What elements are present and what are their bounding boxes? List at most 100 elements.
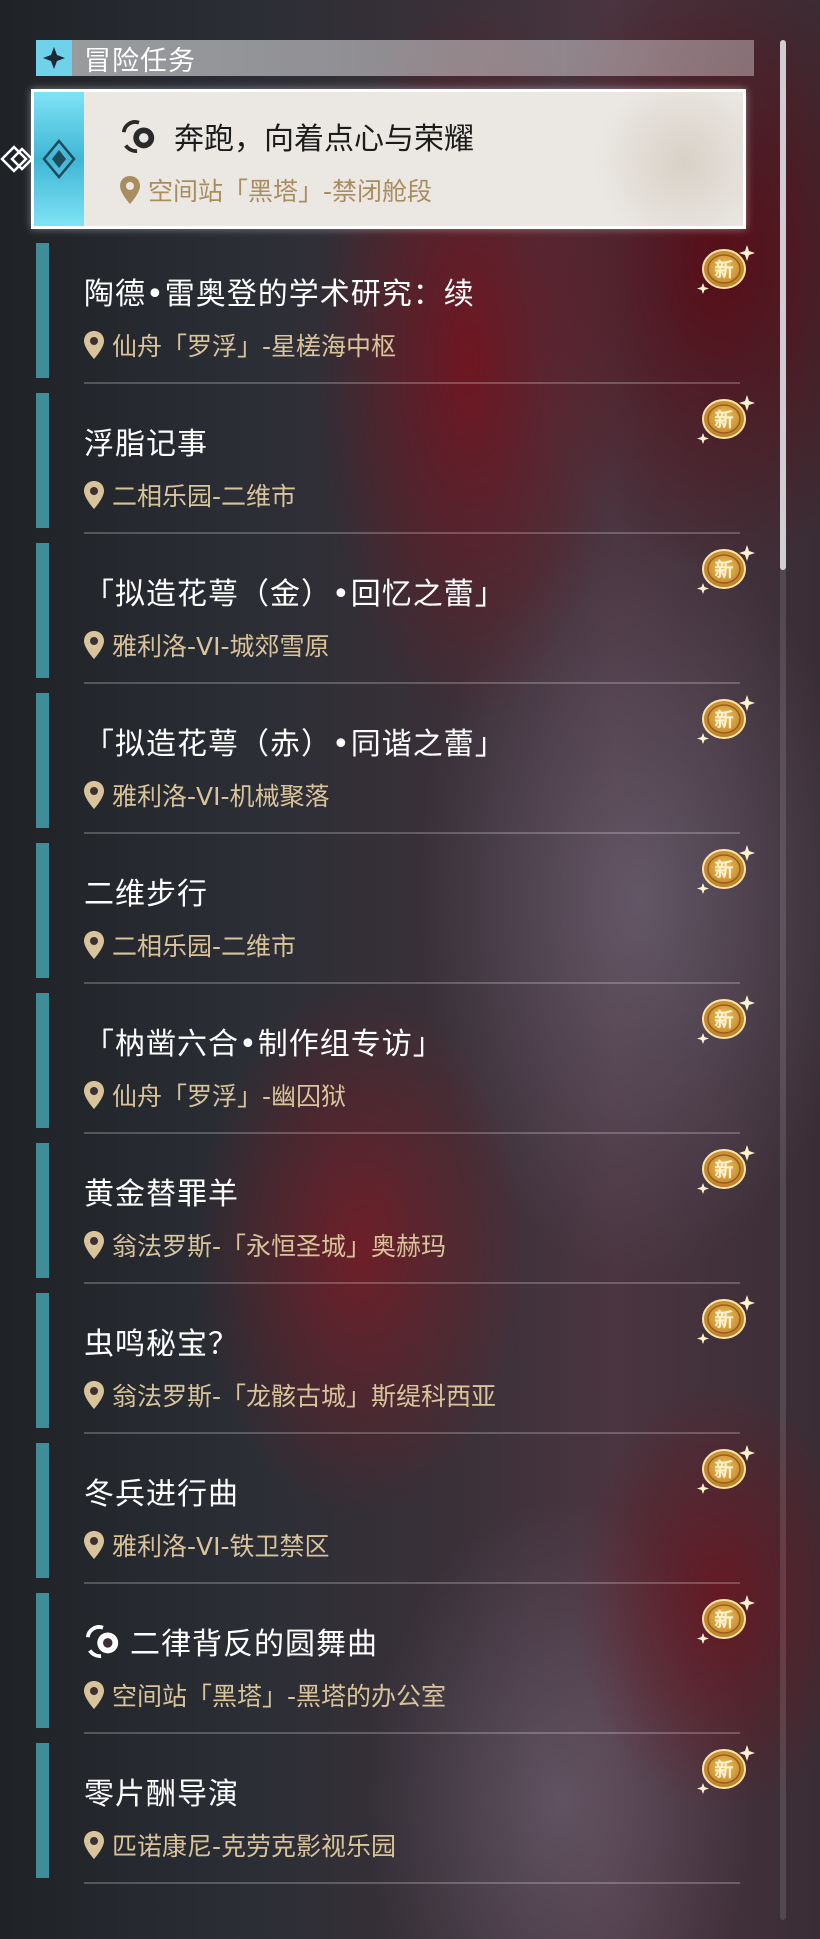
quest-title: 陶德•雷奥登的学术研究：续 [84, 277, 475, 312]
panel-title: 冒险任务 [84, 45, 196, 77]
quest-title-row: 二律背反的圆舞曲 [84, 1619, 378, 1663]
quest-item-bar [36, 393, 49, 528]
new-badge-label: 新 [714, 1459, 734, 1481]
quest-item-bar [36, 1443, 49, 1578]
location-pin-icon [84, 781, 104, 809]
quest-list-item[interactable]: 零片酬导演 匹诺康尼-克劳克影视乐园 新 [36, 1743, 755, 1893]
quest-location: 匹诺康尼-克劳克影视乐园 [112, 1832, 397, 1861]
quest-list-item[interactable]: 二律背反的圆舞曲空间站「黑塔」-黑塔的办公室 新 [36, 1593, 755, 1743]
location-pin-icon [84, 931, 104, 959]
quest-title-row: 二维步行 [84, 869, 208, 913]
new-badge-icon: 新 [695, 243, 755, 297]
quest-location-row: 翁法罗斯-「永恒圣城」奥赫玛 [84, 1227, 446, 1263]
location-pin-icon [84, 1681, 104, 1709]
location-pin-icon [84, 1531, 104, 1559]
quest-title: 黄金替罪羊 [84, 1177, 239, 1212]
quest-list-item[interactable]: 「枘凿六合•制作组专访」 仙舟「罗浮」-幽囚狱 新 [36, 993, 755, 1143]
quest-title: 二律背反的圆舞曲 [130, 1627, 378, 1662]
quest-divider [84, 1282, 740, 1284]
quest-location-row: 雅利洛-VI-机械聚落 [84, 777, 330, 813]
quest-divider [84, 1432, 740, 1434]
quest-list-item[interactable]: 黄金替罪羊 翁法罗斯-「永恒圣城」奥赫玛 新 [36, 1143, 755, 1293]
selection-pointer-icon [0, 145, 34, 173]
quest-divider [84, 982, 740, 984]
location-pin-icon [84, 1231, 104, 1259]
quest-list-item[interactable]: 陶德•雷奥登的学术研究：续仙舟「罗浮」-星槎海中枢 新 [36, 243, 755, 393]
quest-list-item[interactable]: 冬兵进行曲雅利洛-VI-铁卫禁区 新 [36, 1443, 755, 1593]
new-badge-label: 新 [714, 1309, 734, 1331]
quest-divider [84, 682, 740, 684]
quest-list-item[interactable]: 浮脂记事二相乐园-二维市 新 [36, 393, 755, 543]
new-badge-icon: 新 [695, 1293, 755, 1347]
new-badge-label: 新 [714, 1759, 734, 1781]
new-badge-icon: 新 [695, 1743, 755, 1797]
quest-location: 雅利洛-VI-铁卫禁区 [112, 1532, 330, 1561]
quest-location: 雅利洛-VI-机械聚落 [112, 782, 330, 811]
quest-title: 「拟造花萼（赤）•同谐之蕾」 [84, 727, 506, 762]
quest-location: 空间站「黑塔」-黑塔的办公室 [112, 1682, 447, 1711]
trailblaze-mission-icon [85, 1625, 119, 1659]
new-badge-icon: 新 [695, 393, 755, 447]
quest-title: 浮脂记事 [84, 427, 208, 462]
quest-location-row: 仙舟「罗浮」-星槎海中枢 [84, 327, 396, 363]
quest-title: 冬兵进行曲 [84, 1477, 239, 1512]
quest-title-row: 陶德•雷奥登的学术研究：续 [84, 269, 475, 313]
quest-item-bar [36, 1143, 49, 1278]
diamond-emblem-icon [42, 139, 76, 179]
quest-item-bar [36, 693, 49, 828]
quest-location: 仙舟「罗浮」-星槎海中枢 [112, 332, 397, 361]
selected-quest-location-row: 空间站「黑塔」-禁闭舱段 [120, 172, 432, 208]
quest-location: 二相乐园-二维市 [112, 482, 297, 511]
quest-item-bar [36, 993, 49, 1128]
quest-location-row: 空间站「黑塔」-黑塔的办公室 [84, 1677, 446, 1713]
new-badge-icon: 新 [695, 1443, 755, 1497]
new-badge-label: 新 [714, 859, 734, 881]
quest-title: 虫鸣秘宝？ [84, 1327, 239, 1362]
selected-quest-title: 奔跑，向着点心与荣耀 [174, 122, 474, 157]
scrollbar-thumb[interactable] [780, 40, 786, 570]
quest-list-item[interactable]: 虫鸣秘宝？ 翁法罗斯-「龙骸古城」斯缇科西亚 新 [36, 1293, 755, 1443]
selected-quest-location: 空间站「黑塔」-禁闭舱段 [148, 177, 433, 206]
new-badge-icon: 新 [695, 693, 755, 747]
location-pin-icon [84, 631, 104, 659]
quest-divider [84, 532, 740, 534]
quest-divider [84, 1582, 740, 1584]
quest-title-row: 虫鸣秘宝？ [84, 1319, 239, 1363]
quest-divider [84, 1132, 740, 1134]
new-badge-icon: 新 [695, 843, 755, 897]
new-badge-label: 新 [714, 709, 734, 731]
quest-title-row: 「枘凿六合•制作组专访」 [84, 1019, 444, 1063]
quest-divider [84, 1732, 740, 1734]
quest-title-row: 浮脂记事 [84, 419, 208, 463]
scrollbar-track[interactable] [780, 40, 786, 1920]
quest-list-item[interactable]: 「拟造花萼（金）•回忆之蕾」 雅利洛-VI-城郊雪原 新 [36, 543, 755, 693]
selected-quest-title-row: 奔跑，向着点心与荣耀 [120, 114, 474, 158]
quest-location: 仙舟「罗浮」-幽囚狱 [112, 1082, 347, 1111]
quest-list-item[interactable]: 二维步行二相乐园-二维市 新 [36, 843, 755, 993]
quest-title-row: 「拟造花萼（金）•回忆之蕾」 [84, 569, 506, 613]
new-badge-icon: 新 [695, 543, 755, 597]
quest-location-row: 匹诺康尼-克劳克影视乐园 [84, 1827, 396, 1863]
quest-item-bar [36, 1743, 49, 1878]
quest-list-item[interactable]: 「拟造花萼（赤）•同谐之蕾」雅利洛-VI-机械聚落 新 [36, 693, 755, 843]
location-pin-icon [84, 1081, 104, 1109]
quest-location: 翁法罗斯-「龙骸古城」斯缇科西亚 [112, 1382, 497, 1411]
quest-item-bar [36, 543, 49, 678]
quest-title: 「枘凿六合•制作组专访」 [84, 1027, 444, 1062]
location-pin-icon [84, 1831, 104, 1859]
new-badge-icon: 新 [695, 1593, 755, 1647]
quest-location-row: 仙舟「罗浮」-幽囚狱 [84, 1077, 346, 1113]
quest-title: 二维步行 [84, 877, 208, 912]
quest-title-row: 冬兵进行曲 [84, 1469, 239, 1513]
quest-location-row: 二相乐园-二维市 [84, 927, 296, 963]
new-badge-label: 新 [714, 559, 734, 581]
quest-item-bar [36, 243, 49, 378]
quest-divider [84, 832, 740, 834]
quest-divider [84, 1882, 740, 1884]
quest-divider [84, 382, 740, 384]
location-pin-icon [120, 176, 140, 204]
quest-location: 翁法罗斯-「永恒圣城」奥赫玛 [112, 1232, 447, 1261]
quest-location-row: 雅利洛-VI-铁卫禁区 [84, 1527, 330, 1563]
selected-indicator-stripe [34, 92, 84, 226]
selected-quest-card[interactable]: 奔跑，向着点心与荣耀 空间站「黑塔」-禁闭舱段 [31, 89, 746, 229]
